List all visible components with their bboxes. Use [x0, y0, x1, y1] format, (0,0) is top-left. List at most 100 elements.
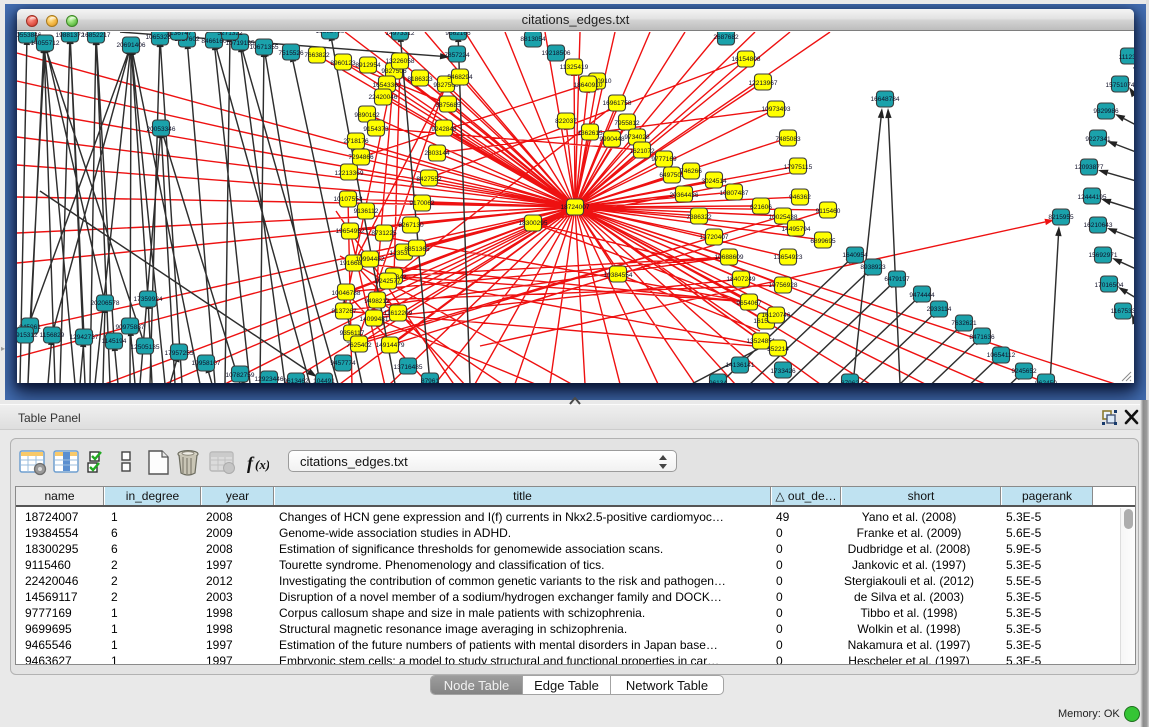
svg-text:15692971: 15692971	[1089, 252, 1118, 259]
svg-text:8938923: 8938923	[860, 264, 886, 271]
svg-text:8731225: 8731225	[371, 230, 397, 237]
svg-text:5468294: 5468294	[447, 74, 473, 81]
svg-text:1621072: 1621072	[629, 148, 655, 155]
svg-text:20691406: 20691406	[117, 42, 146, 49]
svg-text:9242577: 9242577	[375, 278, 401, 285]
svg-text:9777169: 9777169	[651, 156, 677, 163]
svg-text:7485083: 7485083	[775, 136, 801, 143]
svg-text:8137267: 8137267	[331, 308, 357, 315]
svg-text:13720407: 13720407	[700, 234, 729, 241]
svg-text:17957255: 17957255	[165, 350, 194, 357]
svg-text:16210643: 16210643	[1084, 222, 1113, 229]
svg-text:18724007: 18724007	[561, 204, 590, 211]
svg-text:11612209: 11612209	[384, 310, 413, 317]
svg-text:96134: 96134	[709, 380, 727, 383]
svg-text:18407249: 18407249	[727, 276, 756, 283]
svg-text:9136747: 9136747	[166, 32, 192, 37]
svg-text:17016504: 17016504	[1095, 282, 1124, 289]
svg-text:104491: 104491	[313, 378, 335, 383]
svg-text:12213967: 12213967	[749, 80, 778, 87]
svg-text:9654067: 9654067	[736, 300, 762, 307]
svg-text:12444195: 12444195	[1078, 194, 1107, 201]
svg-text:9245652: 9245652	[1011, 368, 1037, 375]
svg-text:13226058: 13226058	[386, 58, 415, 65]
svg-text:9498212: 9498212	[364, 298, 390, 305]
svg-text:17359924: 17359924	[134, 296, 163, 303]
svg-text:946362: 946362	[789, 194, 811, 201]
svg-text:1145194: 1145194	[102, 338, 127, 345]
svg-text:10807487: 10807487	[720, 190, 749, 197]
svg-text:20206578: 20206578	[91, 300, 120, 307]
svg-text:22420046: 22420046	[369, 94, 398, 101]
svg-text:16120746: 16120746	[762, 312, 791, 319]
svg-text:1733426: 1733426	[770, 368, 796, 375]
svg-text:9474444: 9474444	[909, 292, 935, 299]
svg-text:13654923: 13654923	[774, 254, 803, 261]
svg-text:8960123: 8960123	[330, 60, 356, 67]
svg-text:10782759: 10782759	[226, 372, 255, 379]
svg-text:8851366: 8851366	[404, 246, 430, 253]
svg-text:7632621: 7632621	[951, 320, 977, 327]
svg-text:16154808: 16154808	[732, 56, 761, 63]
svg-text:18300295: 18300295	[519, 220, 548, 227]
svg-text:822037: 822037	[555, 118, 577, 125]
svg-text:10688609: 10688609	[715, 254, 744, 261]
svg-text:352214: 352214	[767, 346, 789, 353]
svg-text:12942737: 12942737	[70, 334, 99, 341]
svg-text:2718176: 2718176	[343, 138, 369, 145]
svg-text:16961758: 16961758	[603, 100, 632, 107]
svg-text:9457774: 9457774	[330, 360, 356, 367]
svg-text:8875685: 8875685	[435, 102, 461, 109]
svg-text:9154373: 9154373	[363, 126, 389, 133]
svg-text:10671355: 10671355	[250, 44, 279, 51]
svg-text:19654952: 19654952	[336, 228, 365, 235]
svg-text:19384554: 19384554	[604, 272, 633, 279]
svg-text:12093877: 12093877	[1075, 164, 1104, 171]
svg-text:2933114: 2933114	[927, 306, 952, 313]
svg-text:1640954: 1640954	[842, 252, 868, 259]
svg-text:14099481: 14099481	[360, 316, 389, 323]
svg-text:7663822: 7663822	[304, 52, 330, 59]
svg-text:7955812: 7955812	[614, 120, 640, 127]
svg-text:14055712: 14055712	[31, 40, 60, 47]
svg-text:14136141: 14136141	[726, 362, 755, 369]
svg-text:11325419: 11325419	[560, 64, 589, 71]
svg-text:12213369: 12213369	[335, 170, 364, 177]
svg-text:18382739: 18382739	[316, 32, 345, 35]
svg-text:10958107: 10958107	[192, 360, 221, 367]
svg-text:14914479: 14914479	[376, 342, 405, 349]
svg-text:87961: 87961	[421, 378, 439, 383]
svg-text:962450: 962450	[1035, 380, 1057, 383]
svg-text:10046788: 10046788	[332, 290, 361, 297]
svg-text:7386322: 7386322	[686, 214, 712, 221]
svg-text:8912954: 8912954	[355, 62, 381, 69]
svg-text:(x): (x)	[255, 457, 269, 472]
svg-text:3024514: 3024514	[701, 178, 727, 185]
svg-text:9136112: 9136112	[354, 208, 379, 215]
svg-text:19756928: 19756928	[769, 282, 798, 289]
svg-text:16852217: 16852217	[82, 32, 111, 39]
svg-text:87962: 87962	[841, 380, 859, 383]
svg-text:9734028: 9734028	[624, 134, 650, 141]
svg-text:9329986: 9329986	[1093, 108, 1119, 115]
svg-text:10973493: 10973493	[762, 106, 791, 113]
svg-text:20364436: 20364436	[670, 192, 699, 199]
svg-text:14973312: 14973312	[386, 32, 415, 37]
svg-text:6479197: 6479197	[884, 276, 910, 283]
svg-text:9613462: 9613462	[283, 378, 309, 383]
svg-text:12923446: 12923446	[255, 376, 284, 383]
svg-text:7625402: 7625402	[346, 342, 372, 349]
svg-text:746266: 746266	[680, 168, 702, 175]
svg-text:7515526: 7515526	[278, 50, 304, 57]
svg-text:3915312: 3915312	[17, 332, 38, 339]
svg-text:90975887: 90975887	[116, 324, 145, 331]
svg-text:7294866: 7294866	[348, 154, 374, 161]
svg-text:6899695: 6899695	[810, 238, 836, 245]
svg-text:8813054: 8813054	[520, 36, 546, 43]
svg-text:111239: 111239	[1119, 54, 1134, 61]
svg-text:10654112: 10654112	[987, 352, 1016, 359]
svg-text:2687682: 2687682	[713, 34, 739, 41]
svg-text:8186323: 8186323	[407, 76, 433, 83]
svg-text:18640910: 18640910	[574, 82, 603, 89]
svg-text:14495794: 14495794	[782, 226, 811, 233]
